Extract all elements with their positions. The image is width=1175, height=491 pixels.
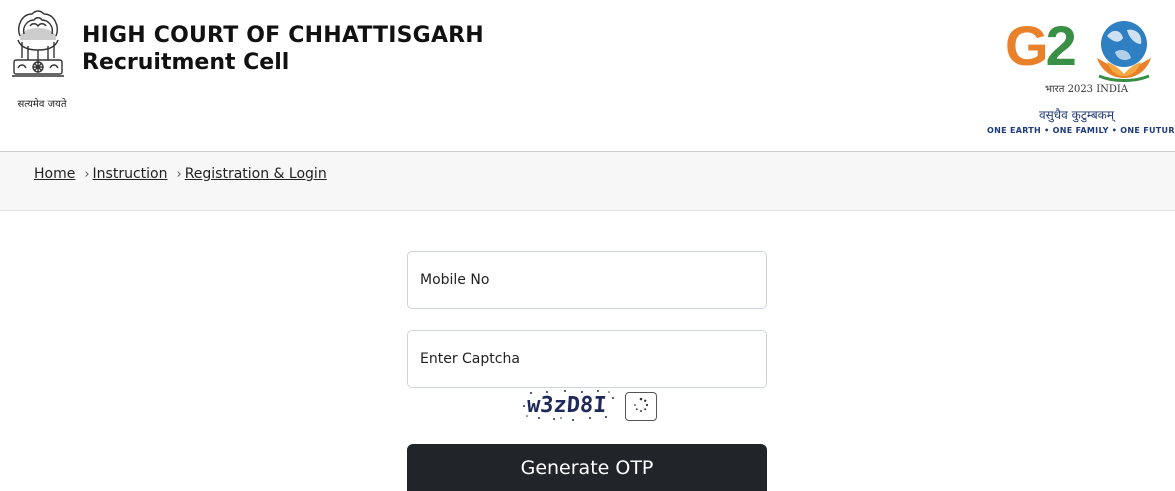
g20-logo: G2 भारत 2023 INDIA वसुधैव कुटुम्बकम् ONE… [985,14,1175,139]
breadcrumb-registration-login[interactable]: Registration & Login [185,166,327,182]
captcha-row: w3zD8I [521,386,661,424]
title-block: HIGH COURT OF CHHATTISGARH Recruitment C… [82,22,484,76]
breadcrumb-home[interactable]: Home [34,166,75,182]
breadcrumb-instruction[interactable]: Instruction [93,166,168,182]
mobile-input[interactable] [408,252,766,308]
g20-tagline: ONE EARTH • ONE FAMILY • ONE FUTURE [987,126,1175,135]
captcha-image: w3zD8I [521,388,617,422]
breadcrumb-bar: Home › Instruction › Registration & Logi… [0,152,1175,211]
court-name: HIGH COURT OF CHHATTISGARH [82,23,484,48]
emblem-caption: सत्यमेव जयते [17,99,67,110]
recruitment-cell-title: Recruitment Cell [82,50,290,75]
mobile-field-wrapper [407,251,767,309]
captcha-input[interactable] [408,331,766,387]
g20-logo-text: G2 [1005,14,1077,77]
refresh-captcha-button[interactable] [625,392,657,421]
lotus-globe-icon [1093,18,1155,86]
chevron-right-icon: › [84,166,90,182]
captcha-code: w3zD8I [526,393,608,418]
refresh-spinner-icon [633,397,649,416]
national-emblem-icon: सत्यमेव जयते [6,6,70,110]
g20-bharat-line: भारत 2023 INDIA [1045,84,1129,95]
generate-otp-button[interactable]: Generate OTP [407,444,767,491]
breadcrumb: Home › Instruction › Registration & Logi… [34,166,327,182]
chevron-right-icon: › [176,166,182,182]
captcha-field-wrapper [407,330,767,388]
site-header: सत्यमेव जयते HIGH COURT OF CHHATTISGARH … [0,0,1175,152]
g20-motto: वसुधैव कुटुम्बकम् [1039,108,1115,122]
